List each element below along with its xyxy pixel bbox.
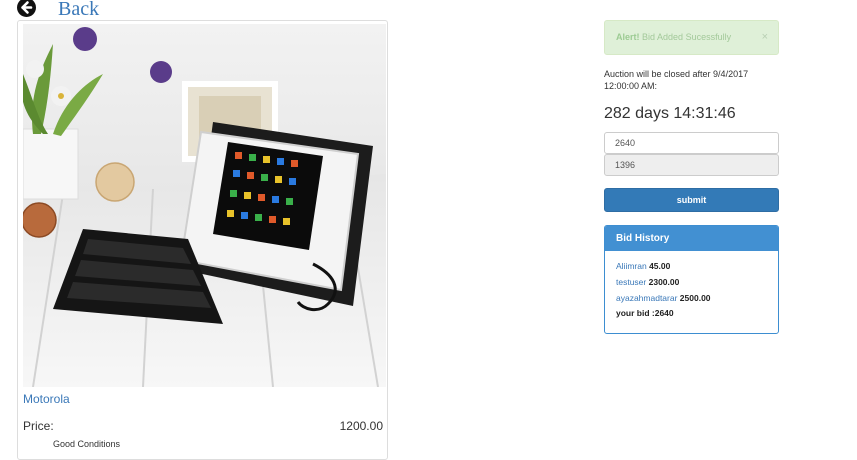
success-alert: Alert! Bid Added Sucessfully × — [604, 20, 779, 55]
bid-amount: 2300.00 — [648, 276, 680, 287]
back-label[interactable]: Back — [58, 0, 99, 21]
bid-history-row: testuser 2300.00 — [616, 275, 767, 291]
product-card: Motorola Price: 1200.00 Good Conditions — [17, 20, 388, 460]
bid-history-list: Aliimran 45.00 testuser 2300.00 ayazahma… — [605, 251, 778, 322]
submit-button[interactable]: submit — [604, 188, 779, 212]
bidder-link[interactable]: ayazahmadtarar — [616, 293, 677, 303]
back-link[interactable]: Back — [17, 0, 99, 20]
product-image — [23, 24, 386, 387]
alert-strong: Alert! — [616, 32, 640, 42]
product-name-link[interactable]: Motorola — [23, 392, 70, 406]
bid-history-panel: Bid History Aliimran 45.00 testuser 2300… — [604, 225, 779, 334]
bid-history-row: ayazahmadtarar 2500.00 — [616, 291, 767, 307]
close-icon[interactable]: × — [762, 21, 768, 54]
bid-amount: 45.00 — [649, 261, 671, 271]
price-label: Price: — [23, 419, 54, 433]
bid-amount: 2500.00 — [679, 292, 711, 303]
alert-message: Bid Added Sucessfully — [642, 32, 732, 42]
condition-text: Good Conditions — [53, 439, 121, 449]
price-value: 1200.00 — [339, 419, 383, 433]
arrow-left-circle-icon[interactable] — [17, 0, 36, 17]
countdown-timer: 282 days 14:31:46 — [604, 105, 736, 122]
bid-amount-input[interactable] — [604, 132, 779, 154]
auction-closing-text: Auction will be closed after 9/4/2017 12… — [604, 69, 749, 91]
current-bid-field — [604, 154, 779, 176]
bid-history-row: Aliimran 45.00 — [616, 259, 767, 275]
bidder-link[interactable]: Aliimran — [616, 261, 647, 271]
bidder-link[interactable]: testuser — [616, 277, 646, 287]
your-bid-text: your bid :2640 — [616, 308, 674, 319]
bid-history-title: Bid History — [605, 226, 778, 251]
